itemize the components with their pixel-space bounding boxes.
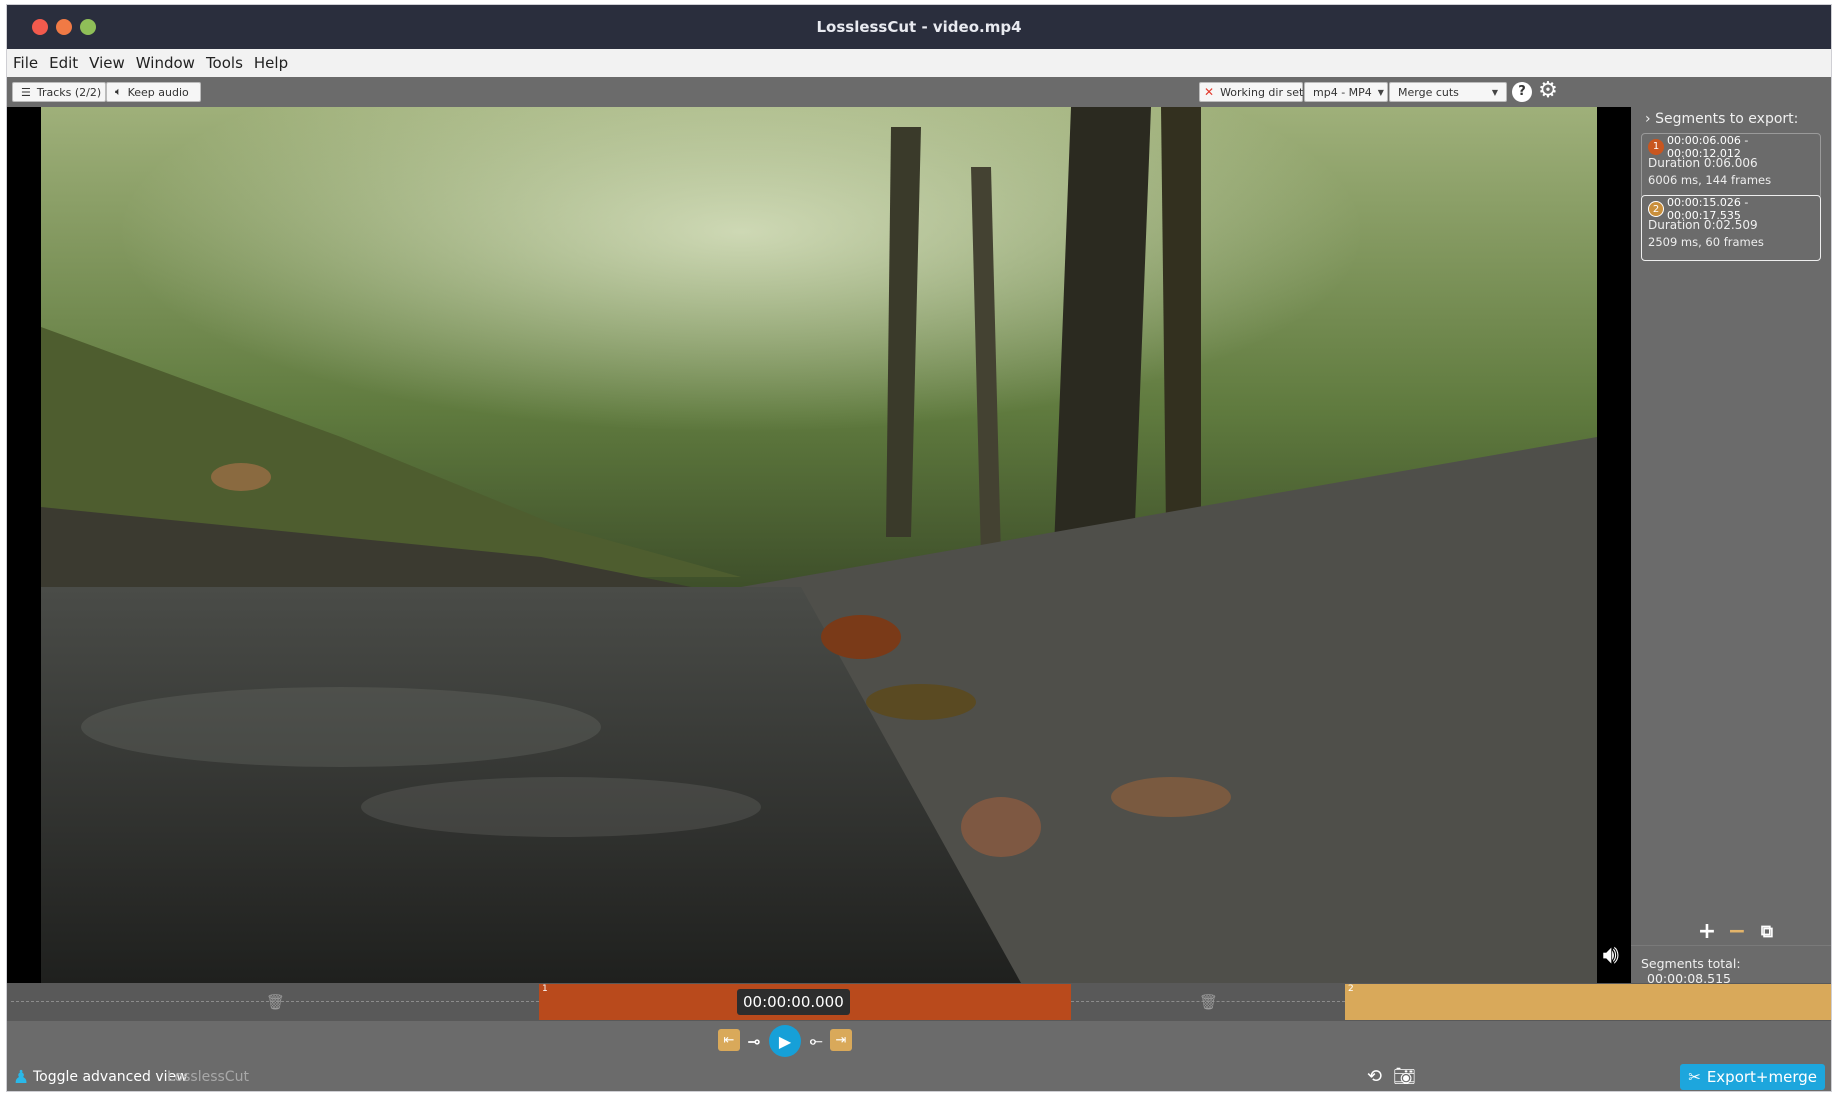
- working-dir-button[interactable]: ✕ Working dir set: [1199, 82, 1303, 102]
- segment-detail: 6006 ms, 144 frames: [1648, 173, 1772, 187]
- segment-detail: 2509 ms, 60 frames: [1648, 235, 1764, 249]
- help-button[interactable]: ?: [1512, 82, 1532, 102]
- export-label: Export+merge: [1706, 1068, 1817, 1086]
- play-button[interactable]: ▶: [769, 1025, 801, 1057]
- scissors-icon: ✂: [1688, 1068, 1701, 1086]
- video-player[interactable]: 🔊︎: [7, 107, 1631, 983]
- format-select[interactable]: mp4 - MP4 ▼: [1304, 82, 1388, 102]
- segment-number-badge: 1: [1648, 139, 1664, 155]
- chevron-down-icon: ▼: [1377, 87, 1384, 97]
- current-time-display[interactable]: 00:00:00.000: [737, 989, 850, 1015]
- segments-total: Segments total: 00:00:08.515: [1631, 945, 1831, 986]
- volume-icon[interactable]: 🔊︎: [1603, 940, 1619, 971]
- top-toolbar: ☰ Tracks (2/2) 🔈︎ Keep audio ✕ Working d…: [7, 77, 1831, 107]
- camera-icon[interactable]: 📷︎: [1393, 1066, 1416, 1087]
- speaker-icon: 🔈︎: [115, 85, 122, 98]
- remove-segment-icon[interactable]: −: [1724, 919, 1750, 945]
- segment-number-badge: 2: [1648, 201, 1664, 217]
- timeline-segment-label: 2: [1348, 984, 1354, 994]
- toggle-advanced-view[interactable]: Toggle advanced view: [33, 1069, 188, 1085]
- app-window: LosslessCut - video.mp4 File Edit View W…: [6, 4, 1832, 1092]
- menu-window[interactable]: Window: [136, 54, 195, 72]
- chevron-right-icon: ›: [1645, 111, 1651, 127]
- segments-total-label: Segments total:: [1641, 956, 1741, 971]
- trash-icon[interactable]: 🗑︎: [266, 993, 285, 1011]
- trash-icon[interactable]: 🗑︎: [1199, 993, 1218, 1011]
- menu-view[interactable]: View: [89, 54, 125, 72]
- menu-tools[interactable]: Tools: [206, 54, 243, 72]
- add-segment-icon[interactable]: +: [1694, 919, 1720, 945]
- settings-gear-icon[interactable]: ⚙: [1537, 80, 1559, 102]
- list-icon: ☰: [21, 85, 31, 99]
- jump-to-segment-end-icon[interactable]: ⇥: [830, 1029, 852, 1051]
- keep-audio-label: Keep audio: [127, 85, 189, 99]
- timeline-segment-2[interactable]: 2: [1345, 984, 1831, 1020]
- rotate-icon[interactable]: ⟲: [1367, 1066, 1382, 1087]
- menu-help[interactable]: Help: [254, 54, 288, 72]
- segment-actions: + − ⧉: [1694, 919, 1780, 945]
- set-cut-start-key-icon[interactable]: ⊸: [743, 1029, 765, 1053]
- keep-audio-button[interactable]: 🔈︎ Keep audio: [106, 82, 201, 102]
- tracks-button[interactable]: ☰ Tracks (2/2): [12, 82, 106, 102]
- segments-sidebar: › Segments to export: 1 00:00:06.006 - 0…: [1631, 107, 1831, 986]
- title-bar: LosslessCut - video.mp4: [7, 5, 1831, 49]
- chevron-down-icon: ▼: [1491, 87, 1498, 97]
- menu-bar: File Edit View Window Tools Help: [7, 49, 1831, 77]
- bottom-bar: ♟ Toggle advanced view LosslessCut ⟲ 📷︎ …: [7, 1061, 1831, 1091]
- split-segment-icon[interactable]: ⧉: [1754, 919, 1780, 945]
- segment-card-1[interactable]: 1 00:00:06.006 - 00:00:12.012 Duration 0…: [1641, 133, 1821, 199]
- cut-mode-select[interactable]: Merge cuts ▼: [1389, 82, 1507, 102]
- working-dir-label: Working dir set: [1220, 85, 1304, 99]
- help-icon: ?: [1518, 84, 1526, 99]
- timeline[interactable]: 🗑︎ 🗑︎ 1 2 00:00:00.000: [7, 983, 1831, 1021]
- video-frame: [41, 107, 1597, 983]
- cut-mode-value: Merge cuts: [1398, 85, 1459, 99]
- jump-to-segment-start-icon[interactable]: ⇤: [718, 1029, 740, 1051]
- menu-edit[interactable]: Edit: [49, 54, 78, 72]
- brand-label: LosslessCut: [167, 1069, 249, 1085]
- segments-heading-label: Segments to export:: [1655, 111, 1799, 127]
- format-value: mp4 - MP4: [1313, 85, 1372, 99]
- export-merge-button[interactable]: ✂ Export+merge: [1680, 1064, 1825, 1090]
- playback-controls: ⇤ ⊸ ▶ ⟜ ⇥: [7, 1021, 1831, 1061]
- segment-card-2[interactable]: 2 00:00:15.026 - 00:00:17.535 Duration 0…: [1641, 195, 1821, 261]
- toggle-advanced-icon[interactable]: ♟: [13, 1067, 29, 1088]
- menu-file[interactable]: File: [13, 54, 38, 72]
- window-title: LosslessCut - video.mp4: [816, 18, 1022, 36]
- segments-heading[interactable]: › Segments to export:: [1645, 111, 1798, 127]
- set-cut-end-key-icon[interactable]: ⟜: [805, 1029, 827, 1053]
- tracks-label: Tracks (2/2): [36, 85, 102, 99]
- timeline-segment-label: 1: [542, 984, 548, 994]
- red-x-icon: ✕: [1204, 85, 1215, 99]
